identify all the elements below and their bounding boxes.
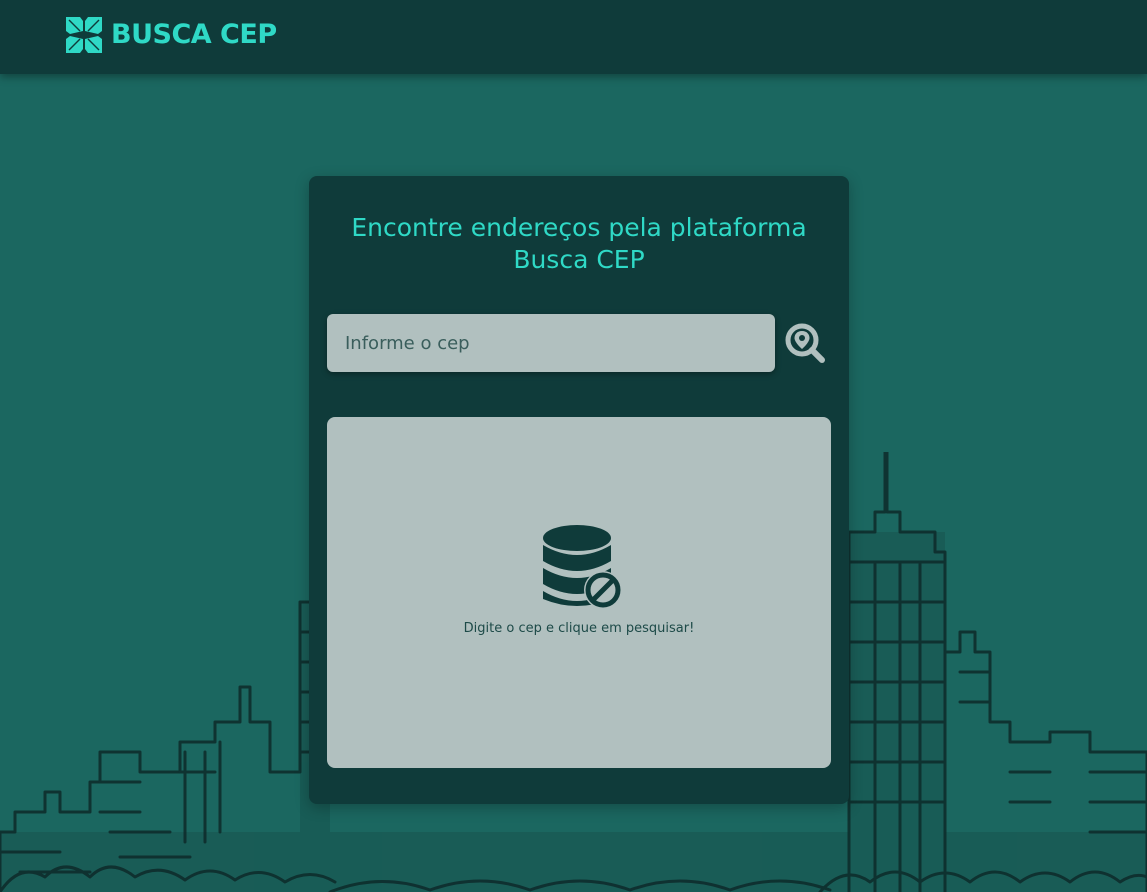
result-panel: Digite o cep e clique em pesquisar! — [327, 417, 831, 768]
database-blocked-icon — [543, 525, 625, 615]
brand-logo[interactable]: BUSCA CEP — [66, 17, 277, 53]
cep-input[interactable] — [327, 314, 775, 372]
top-header: BUSCA CEP — [0, 0, 1147, 74]
logo-text: BUSCA CEP — [111, 19, 277, 50]
cross-grid-icon — [66, 17, 102, 53]
magnifier-location-icon — [784, 323, 828, 369]
page-title: Encontre endereços pela plataforma Busca… — [351, 213, 807, 274]
search-card: Encontre endereços pela plataforma Busca… — [309, 176, 849, 804]
empty-state-message: Digite o cep e clique em pesquisar! — [463, 621, 695, 636]
search-button[interactable] — [784, 322, 828, 366]
